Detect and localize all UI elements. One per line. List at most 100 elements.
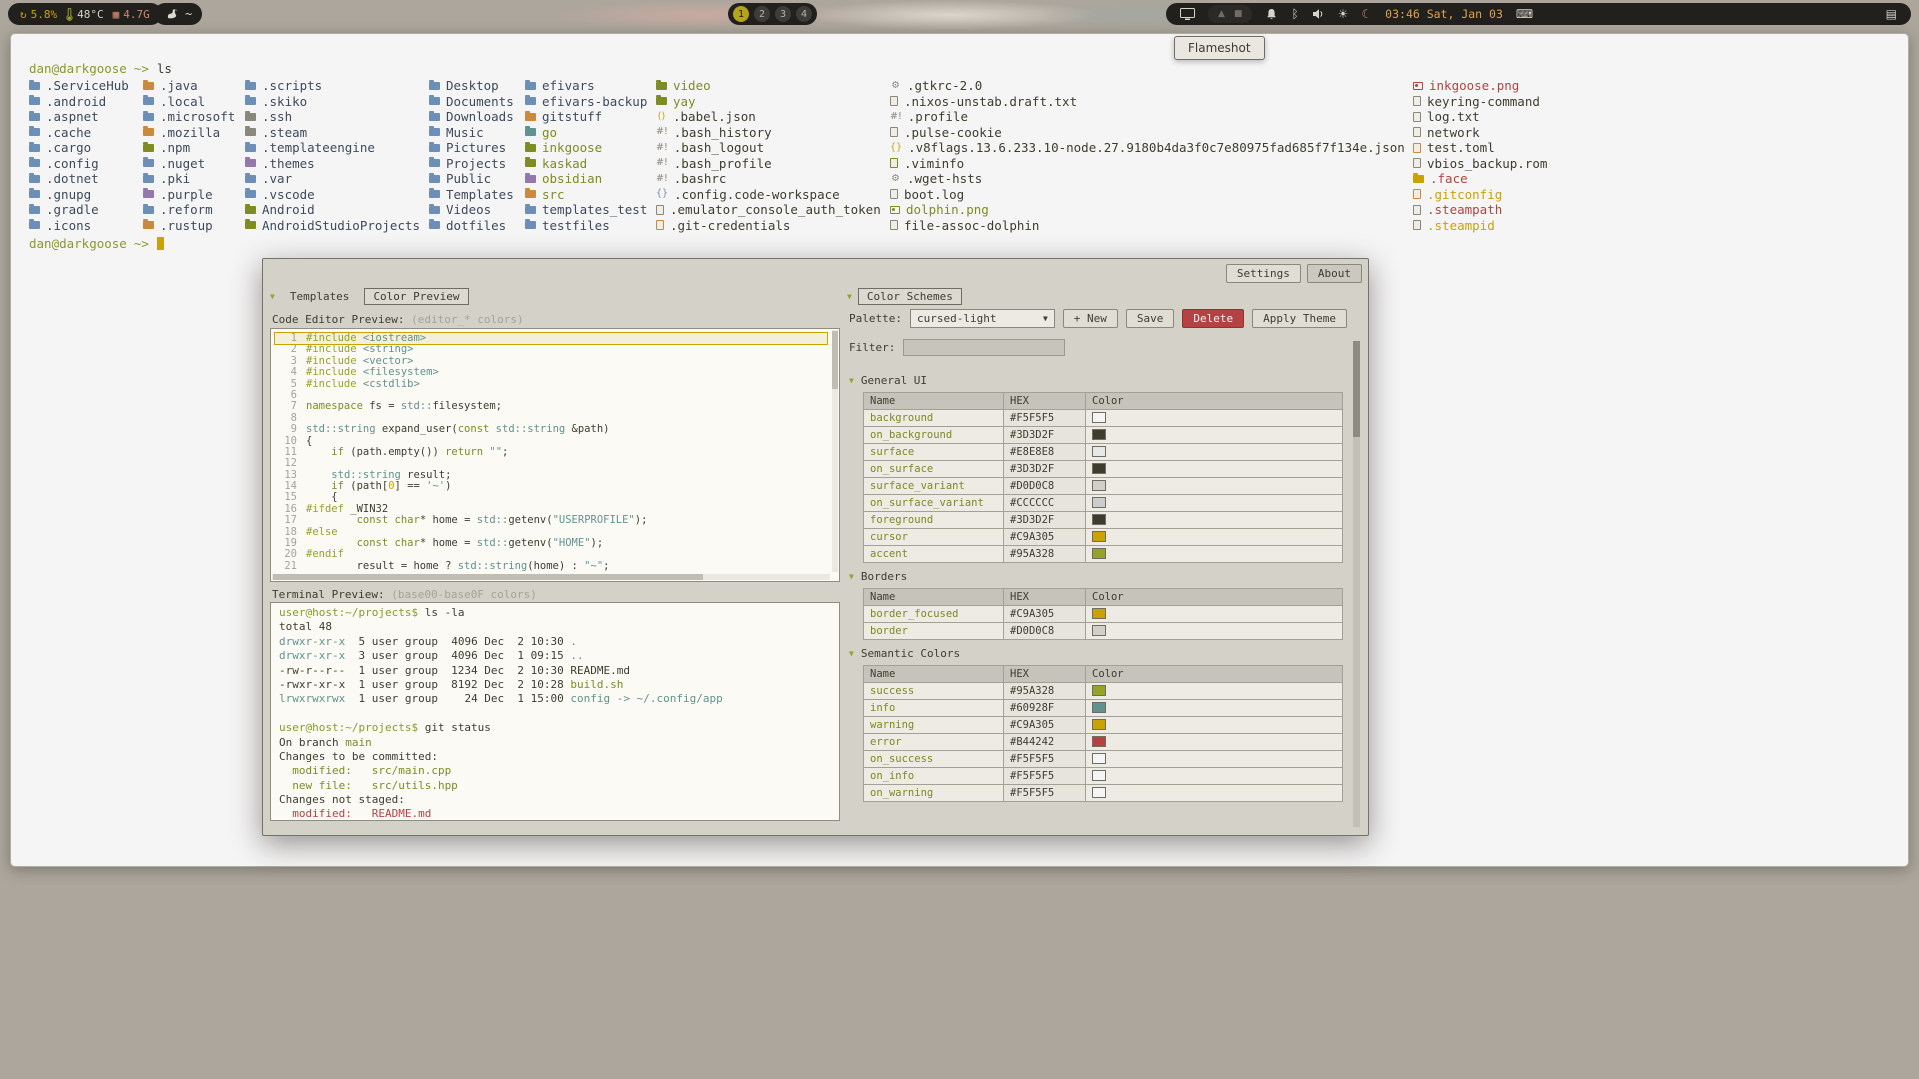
terminal-preview-line: Changes to be committed:	[279, 750, 831, 764]
scrollbar-thumb[interactable]	[832, 331, 838, 389]
section-header[interactable]: ▼General UI	[849, 372, 1343, 389]
color-swatch[interactable]	[1092, 480, 1106, 491]
settings-button[interactable]: Settings	[1226, 264, 1301, 283]
focused-window-module[interactable]: ~	[154, 3, 202, 25]
file-name: Pictures	[446, 140, 506, 156]
color-swatch[interactable]	[1092, 702, 1106, 713]
color-swatch[interactable]	[1092, 770, 1106, 781]
tray-icon[interactable]: ▤	[1886, 8, 1897, 20]
preview-pane: ▼ TemplatesColor Preview Code Editor Pre…	[270, 287, 840, 827]
file-entry: .skiko	[245, 94, 420, 110]
color-hex-value[interactable]: #F5F5F5	[1004, 768, 1086, 785]
color-hex-value[interactable]: #95A328	[1004, 546, 1086, 563]
screencast-icon[interactable]	[1180, 8, 1195, 20]
file-entry: .nixos-unstab.draft.txt	[890, 94, 1405, 110]
current-prompt-line[interactable]: dan@darkgoose~>	[29, 236, 164, 251]
clock[interactable]: 03:46 Sat, Jan 03	[1385, 7, 1503, 21]
delete-button[interactable]: Delete	[1182, 309, 1244, 328]
color-hex-value[interactable]: #C9A305	[1004, 529, 1086, 546]
keyboard-layout-icon[interactable]: ⌨	[1516, 8, 1533, 20]
cpu-load-icon: ↻	[20, 9, 27, 20]
terminal-preview: user@host:~/projects$ ls -latotal 48drwx…	[270, 602, 840, 821]
color-schemes-scrollbar[interactable]	[1353, 341, 1360, 827]
section-header[interactable]: ▼Semantic Colors	[849, 645, 1343, 662]
memory-stat: ▦ 4.7G	[113, 8, 150, 21]
new-palette-button[interactable]: + New	[1063, 309, 1118, 328]
section-header[interactable]: ▼Borders	[849, 568, 1343, 585]
color-swatch[interactable]	[1092, 531, 1106, 542]
color-hex-value[interactable]: #C9A305	[1004, 606, 1086, 623]
color-swatch[interactable]	[1092, 787, 1106, 798]
file-entry: .pulse-cookie	[890, 125, 1405, 141]
color-hex-value[interactable]: #F5F5F5	[1004, 410, 1086, 427]
color-hex-value[interactable]: #CCCCCC	[1004, 495, 1086, 512]
workspace-button-3[interactable]: 3	[775, 6, 791, 22]
workspace-button-2[interactable]: 2	[754, 6, 770, 22]
bluetooth-icon[interactable]: ᛒ	[1291, 8, 1298, 20]
color-hex-value[interactable]: #C9A305	[1004, 717, 1086, 734]
color-swatch[interactable]	[1092, 685, 1106, 696]
file-name: dotfiles	[446, 218, 506, 234]
notifications-bell-icon[interactable]	[1265, 8, 1278, 21]
file-name: testfiles	[542, 218, 610, 234]
color-swatch[interactable]	[1092, 514, 1106, 525]
file-entry: #!.profile	[890, 109, 1405, 125]
color-swatch[interactable]	[1092, 608, 1106, 619]
color-hex-value[interactable]: #95A328	[1004, 683, 1086, 700]
night-light-icon[interactable]: ☾	[1361, 8, 1372, 20]
about-button[interactable]: About	[1307, 264, 1362, 283]
screenshot-tools-tray[interactable]: ▲ ■	[1208, 5, 1252, 23]
color-swatch[interactable]	[1092, 736, 1106, 747]
workspace-button-4[interactable]: 4	[796, 6, 812, 22]
editor-horizontal-scrollbar[interactable]	[272, 574, 830, 580]
code-line: 9std::string expand_user(const std::stri…	[275, 424, 827, 435]
recorder-tray-icon[interactable]: ■	[1234, 8, 1243, 20]
color-name: on_surface	[864, 461, 1004, 478]
color-swatch[interactable]	[1092, 446, 1106, 457]
apply-theme-button[interactable]: Apply Theme	[1252, 309, 1347, 328]
folder-icon	[29, 206, 40, 214]
color-hex-value[interactable]: #D0D0C8	[1004, 623, 1086, 640]
color-table: NameHEXColorborder_focused#C9A305border#…	[863, 588, 1343, 640]
brightness-sun-icon[interactable]: ☀	[1338, 8, 1349, 20]
color-hex-value[interactable]: #E8E8E8	[1004, 444, 1086, 461]
scrollbar-thumb[interactable]	[1353, 341, 1360, 437]
color-swatch[interactable]	[1092, 412, 1106, 423]
color-swatch[interactable]	[1092, 753, 1106, 764]
ls-output: .ServiceHub.android.aspnet.cache.cargo.c…	[11, 78, 1908, 238]
color-name: on_info	[864, 768, 1004, 785]
file-name: .steampid	[1427, 218, 1495, 234]
save-button[interactable]: Save	[1126, 309, 1175, 328]
file-entry: .emulator_console_auth_token	[656, 202, 881, 218]
scrollbar-thumb[interactable]	[273, 574, 703, 580]
color-hex-value[interactable]: #F5F5F5	[1004, 751, 1086, 768]
file-entry: #!.bash_history	[656, 125, 881, 141]
color-hex-value[interactable]: #B44242	[1004, 734, 1086, 751]
filter-input[interactable]	[903, 339, 1065, 356]
color-hex-value[interactable]: #60928F	[1004, 700, 1086, 717]
color-swatch[interactable]	[1092, 429, 1106, 440]
color-hex-value[interactable]: #3D3D2F	[1004, 512, 1086, 529]
editor-vertical-scrollbar[interactable]	[832, 330, 838, 572]
color-hex-value[interactable]: #3D3D2F	[1004, 461, 1086, 478]
file-name: efivars	[542, 78, 595, 94]
color-swatch[interactable]	[1092, 497, 1106, 508]
file-icon	[1413, 96, 1421, 106]
color-swatch[interactable]	[1092, 463, 1106, 474]
collapse-icon[interactable]: ▼	[270, 292, 275, 301]
tab-color-preview[interactable]: Color Preview	[364, 288, 468, 305]
shebang-icon: #!	[656, 143, 668, 153]
volume-icon[interactable]	[1312, 8, 1325, 20]
color-swatch[interactable]	[1092, 719, 1106, 730]
tab-templates[interactable]: Templates	[281, 288, 359, 305]
file-name: .profile	[908, 109, 968, 125]
collapse-icon[interactable]: ▼	[847, 292, 852, 301]
flameshot-tray-icon[interactable]: ▲	[1218, 8, 1225, 20]
color-hex-value[interactable]: #F5F5F5	[1004, 785, 1086, 802]
color-swatch[interactable]	[1092, 625, 1106, 636]
color-hex-value[interactable]: #D0D0C8	[1004, 478, 1086, 495]
color-swatch[interactable]	[1092, 548, 1106, 559]
workspace-button-1[interactable]: 1	[733, 6, 749, 22]
palette-select[interactable]: cursed-light ▼	[910, 309, 1055, 328]
color-hex-value[interactable]: #3D3D2F	[1004, 427, 1086, 444]
